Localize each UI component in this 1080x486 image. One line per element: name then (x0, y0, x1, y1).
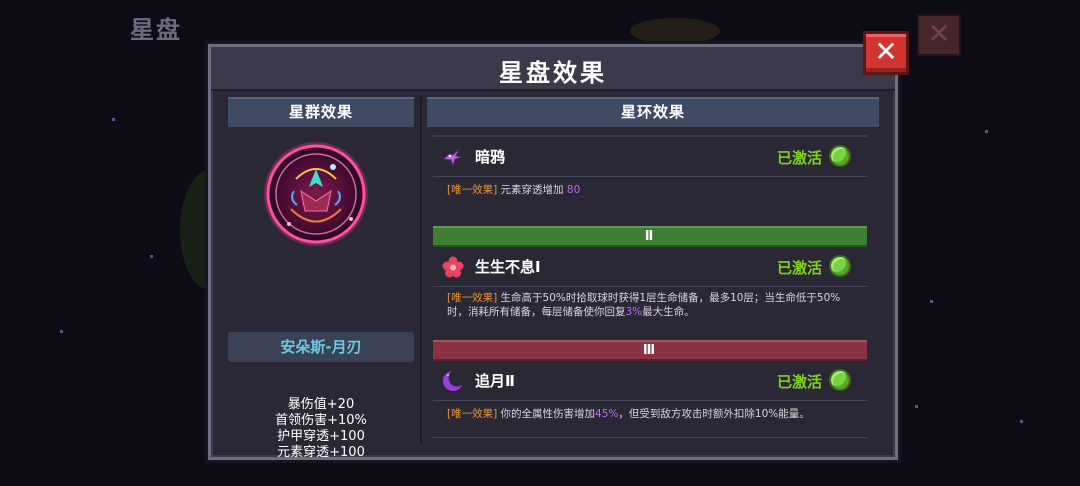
effect-status-label: 已激活 (777, 373, 823, 391)
crescent-moon-icon (441, 369, 466, 393)
dialog-title: 星盘效果 (499, 59, 607, 87)
tier-label: Ⅱ (644, 229, 654, 244)
constellation-stats: 暴伤值+20 首领伤害+10% 护甲穿透+100 元素穿透+100 (228, 397, 414, 461)
stat-line: 护甲穿透+100 (277, 429, 365, 444)
background-ornament (630, 18, 720, 44)
effect-divider (433, 286, 867, 287)
effect-divider (433, 176, 867, 177)
constellation-sigil-icon (261, 139, 371, 249)
stat-line: 元素穿透+100 (277, 445, 365, 460)
ring-effects-panel: 星环效果 暗鸦 已激活 [唯一效果] 元素穿透增加 80 Ⅱ 生生不息Ⅰ 已激活… (427, 97, 879, 443)
star-chart-effects-dialog: 星盘效果 ✕ 星群效果 安朵斯-月刃 暴伤值+20 首领伤害+10% 护甲穿透+… (208, 31, 909, 460)
stat-line: 暴伤值+20 (287, 397, 355, 412)
effect-status-label: 已激活 (777, 149, 823, 167)
list-bottom-divider (433, 437, 867, 438)
background-star (150, 255, 153, 258)
effect-header-row: 暗鸦 已激活 (433, 139, 867, 175)
unique-effect-tag: [唯一效果] (447, 184, 498, 196)
description-text: 最大生命。 (642, 306, 695, 318)
description-value: 3% (625, 306, 643, 318)
description-value: 80 (566, 184, 581, 196)
background-star (112, 118, 115, 121)
tier-divider-3: Ⅲ (433, 340, 867, 361)
background-star (985, 130, 988, 133)
active-status-indicator (829, 369, 851, 391)
background-star (915, 405, 918, 408)
dialog-header: 星盘效果 (211, 47, 895, 91)
list-top-divider (433, 135, 867, 137)
effect-name: 生生不息Ⅰ (475, 258, 541, 276)
effect-description: [唯一效果] 生命高于50%时拾取球时获得1层生命储备，最多10层；当生命低于5… (447, 291, 859, 319)
ring-effect-item: 追月Ⅱ 已激活 [唯一效果] 你的全属性伤害增加45%，但受到敌方攻击时额外扣除… (433, 363, 867, 443)
panel-divider (420, 97, 422, 443)
stat-line: 首领伤害+10% (275, 413, 367, 428)
effect-description: [唯一效果] 元素穿透增加 80 (447, 183, 859, 197)
tier-label: Ⅲ (642, 343, 656, 358)
unique-effect-tag: [唯一效果] (447, 292, 498, 304)
background-star (930, 300, 933, 303)
background-star (60, 330, 63, 333)
background-title: 星盘 (130, 16, 182, 44)
active-status-indicator (829, 145, 851, 167)
effect-status-label: 已激活 (777, 259, 823, 277)
background-close-button[interactable]: ✕ (917, 14, 961, 56)
raven-icon (441, 145, 465, 169)
description-value: 45% (595, 408, 619, 420)
effect-header-row: 追月Ⅱ 已激活 (433, 363, 867, 399)
description-text: 元素穿透增加 (500, 184, 564, 196)
description-text: 你的全属性伤害增加 (500, 408, 596, 420)
tier-divider-2: Ⅱ (433, 226, 867, 247)
effect-header-row: 生生不息Ⅰ 已激活 (433, 249, 867, 285)
constellation-panel: 星群效果 安朵斯-月刃 暴伤值+20 首领伤害+10% 护甲穿透+100 元素穿… (221, 97, 417, 460)
ring-effect-item: 生生不息Ⅰ 已激活 [唯一效果] 生命高于50%时拾取球时获得1层生命储备，最多… (433, 249, 867, 339)
effect-name: 暗鸦 (475, 148, 506, 166)
effect-divider (433, 400, 867, 401)
effect-name: 追月Ⅱ (475, 372, 515, 390)
constellation-effects-header: 星群效果 (228, 97, 414, 127)
constellation-name: 安朵斯-月刃 (228, 332, 414, 362)
effect-description: [唯一效果] 你的全属性伤害增加45%，但受到敌方攻击时额外扣除10%能量。 (447, 407, 859, 421)
ring-effect-item: 暗鸦 已激活 [唯一效果] 元素穿透增加 80 (433, 139, 867, 225)
close-button[interactable]: ✕ (863, 31, 909, 75)
ring-effects-list[interactable]: 暗鸦 已激活 [唯一效果] 元素穿透增加 80 Ⅱ 生生不息Ⅰ 已激活 [唯一效… (433, 125, 869, 443)
description-text: ，但受到敌方攻击时额外扣除10%能量。 (618, 408, 810, 420)
ring-effects-header: 星环效果 (427, 97, 879, 127)
unique-effect-tag: [唯一效果] (447, 408, 498, 420)
flower-icon (441, 255, 465, 279)
active-status-indicator (829, 255, 851, 277)
background-star (1020, 420, 1023, 423)
